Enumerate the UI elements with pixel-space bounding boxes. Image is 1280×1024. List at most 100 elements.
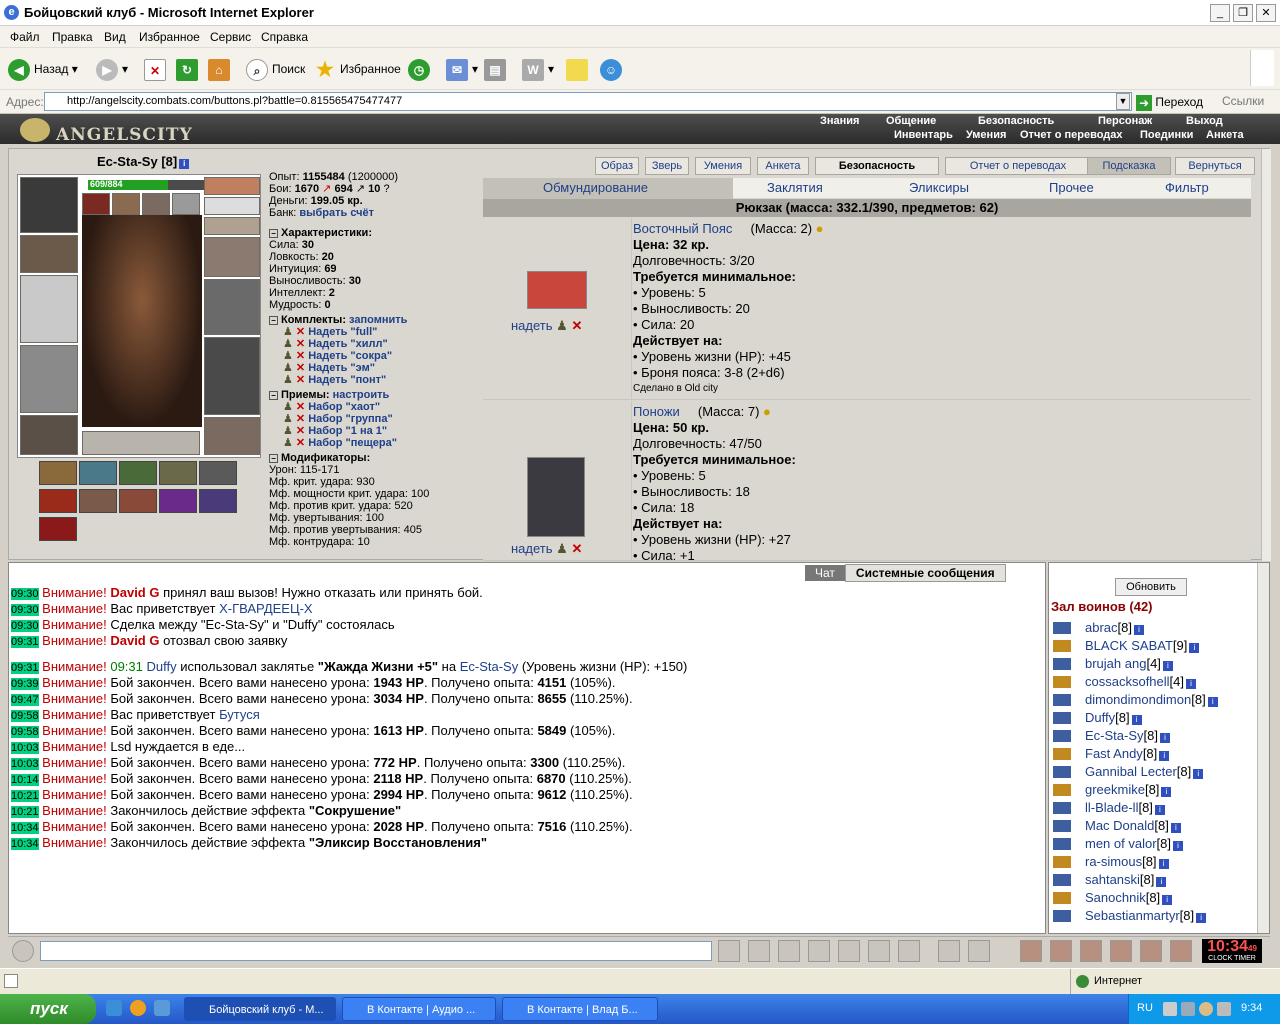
minimize-button[interactable]: _	[1210, 4, 1230, 22]
effect-icon[interactable]	[119, 461, 157, 485]
forward-button[interactable]: ▶ ▾	[96, 56, 128, 82]
nav-skills[interactable]: Умения	[966, 129, 1006, 142]
discuss-button[interactable]	[566, 56, 592, 82]
item-name[interactable]: Восточный Пояс	[633, 221, 732, 236]
player-row[interactable]: men of valor[8] i	[1049, 835, 1259, 853]
effect-icon[interactable]	[199, 489, 237, 513]
sound-icon[interactable]	[898, 940, 920, 962]
refresh-button[interactable]: ↻	[176, 56, 202, 82]
task-vk-audio[interactable]: В Контакте | Аудио ...	[342, 997, 496, 1021]
player-name[interactable]: Sanochnik[8] i	[1085, 889, 1173, 907]
player-name[interactable]: BLACK SABAT[9] i	[1085, 637, 1200, 655]
player-name[interactable]: sahtanski[8] i	[1085, 871, 1167, 889]
delete-icon[interactable]: ✕	[296, 338, 308, 350]
remember-set-link[interactable]: запомнить	[349, 314, 407, 326]
exit-icon[interactable]	[1170, 940, 1192, 962]
tray-icon[interactable]	[1163, 1002, 1177, 1016]
item-name[interactable]: Поножи	[633, 404, 680, 419]
ring-slot-2[interactable]	[112, 193, 140, 215]
ring-slot-3[interactable]	[142, 193, 170, 215]
trick-link[interactable]: Набор "группа"	[308, 413, 392, 425]
tab-spells[interactable]: Заклятия	[767, 180, 823, 195]
trick-link[interactable]: Набор "хаот"	[308, 401, 380, 413]
effect-icon[interactable]	[159, 461, 197, 485]
print-button[interactable]: ▤	[484, 56, 510, 82]
earrings-slot[interactable]	[204, 177, 260, 195]
action-icon[interactable]	[1050, 940, 1072, 962]
links-button[interactable]: Ссылки	[1222, 94, 1264, 108]
delete-icon[interactable]: ✕	[296, 362, 308, 374]
nav-exit[interactable]: Выход	[1186, 115, 1223, 128]
network-icon[interactable]	[1181, 1002, 1195, 1016]
info-icon[interactable]: i	[1193, 769, 1204, 779]
nav-profile[interactable]: Анкета	[1206, 129, 1244, 142]
player-row[interactable]: ll-Blade-ll[8] i	[1049, 799, 1259, 817]
info-icon[interactable]: i	[1162, 895, 1173, 905]
belt-slot[interactable]	[20, 415, 78, 455]
delete-icon[interactable]: ✕	[296, 437, 308, 449]
player-row[interactable]: abrac[8] i	[1049, 619, 1259, 637]
player-name[interactable]: brujah ang[4] i	[1085, 655, 1173, 673]
edit-button[interactable]: W ▾	[522, 56, 554, 82]
ring-slot-4[interactable]	[172, 193, 200, 215]
info-icon[interactable]: i	[1196, 913, 1207, 923]
trick-link[interactable]: Набор "пещера"	[308, 437, 397, 449]
save-icon[interactable]	[808, 940, 830, 962]
info-icon[interactable]: i	[1131, 715, 1142, 725]
history-button[interactable]: ◷	[408, 56, 434, 82]
player-name[interactable]: men of valor[8] i	[1085, 835, 1184, 853]
action-icon[interactable]	[1080, 940, 1102, 962]
image-button[interactable]: Образ	[595, 157, 639, 175]
start-button[interactable]: пуск	[0, 994, 96, 1024]
chat-nick[interactable]: David G	[110, 585, 159, 600]
info-icon[interactable]: i	[1207, 697, 1218, 707]
player-row[interactable]: cossacksofhell[4] i	[1049, 673, 1259, 691]
chat-nick[interactable]: Бутуся	[219, 707, 260, 722]
chat-settings-icon[interactable]	[968, 940, 990, 962]
language-indicator[interactable]: RU	[1137, 1002, 1153, 1014]
info-icon[interactable]: i	[1134, 625, 1144, 635]
belt-image[interactable]	[527, 271, 587, 309]
player-name[interactable]: greekmike[8] i	[1085, 781, 1172, 799]
info-icon[interactable]: i	[1161, 787, 1172, 797]
player-name[interactable]: Duffy[8] i	[1085, 709, 1142, 727]
action-icon[interactable]	[1110, 940, 1132, 962]
eraser-icon[interactable]	[748, 940, 770, 962]
player-name[interactable]: Mac Donald[8] i	[1085, 817, 1181, 835]
menu-view[interactable]: Вид	[104, 30, 126, 44]
nav-transfers[interactable]: Отчет о переводах	[1020, 129, 1123, 142]
player-name[interactable]: Gannibal Lecter[8] i	[1085, 763, 1204, 781]
media-quicklaunch-icon[interactable]	[130, 1000, 146, 1016]
action-icon[interactable]	[1020, 940, 1042, 962]
player-row[interactable]: dimondimondimon[8] i	[1049, 691, 1259, 709]
info-icon[interactable]: i	[1186, 679, 1197, 689]
stats-header[interactable]: − Характеристики:	[269, 227, 479, 239]
equip-link[interactable]: надеть ♟ ✕	[511, 318, 582, 334]
mail-button[interactable]: ✉ ▾	[446, 56, 478, 82]
messenger-button[interactable]: ☺	[600, 56, 626, 82]
player-name[interactable]: dimondimondimon[8] i	[1085, 691, 1218, 709]
delete-icon[interactable]: ✕	[296, 374, 308, 386]
volume-icon[interactable]	[1217, 1002, 1231, 1016]
info-icon[interactable]: i	[1158, 859, 1169, 869]
address-dropdown[interactable]: ▼	[1116, 93, 1130, 110]
ring-slot-5[interactable]	[204, 217, 260, 235]
tab-equipment[interactable]: Обмундирование	[543, 180, 648, 195]
player-name[interactable]: abrac[8] i	[1085, 619, 1144, 637]
info-icon[interactable]: i	[1159, 733, 1170, 743]
favorites-button[interactable]: ★ Избранное	[314, 56, 401, 82]
delete-icon[interactable]: ✕	[296, 326, 308, 338]
player-row[interactable]: greekmike[8] i	[1049, 781, 1259, 799]
nav-fights[interactable]: Поединки	[1140, 129, 1193, 142]
transfers-button[interactable]: Отчет о переводах	[945, 157, 1091, 175]
chat-input[interactable]	[40, 941, 712, 961]
player-name[interactable]: Ec-Sta-Sy[8] i	[1085, 727, 1170, 745]
player-row[interactable]: Gannibal Lecter[8] i	[1049, 763, 1259, 781]
menu-file[interactable]: Файл	[10, 30, 40, 44]
effect-icon[interactable]	[199, 461, 237, 485]
security-button[interactable]: Безопасность	[815, 157, 939, 175]
gloves-slot[interactable]	[204, 237, 260, 277]
nav-security[interactable]: Безопасность	[978, 115, 1054, 128]
player-row[interactable]: sahtanski[8] i	[1049, 871, 1259, 889]
delete-icon[interactable]: ✕	[296, 350, 308, 362]
